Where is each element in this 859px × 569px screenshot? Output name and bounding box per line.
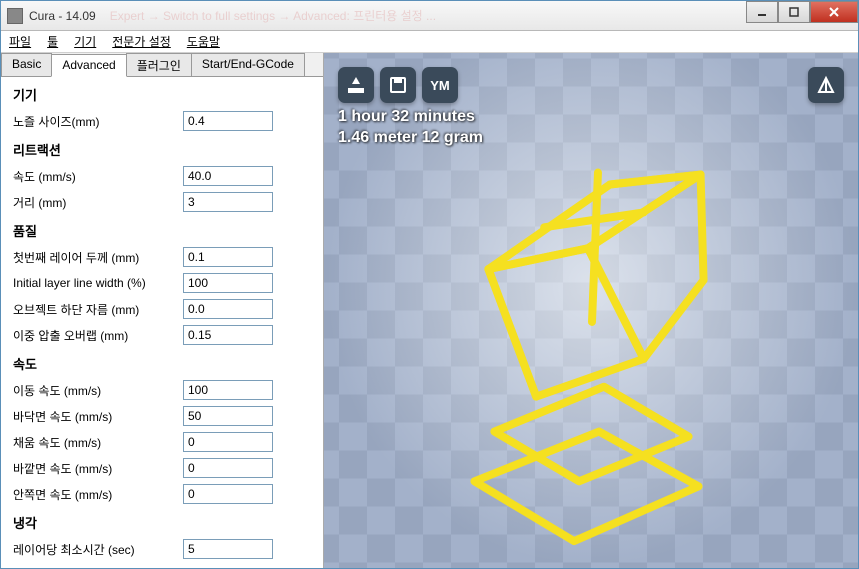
section-machine: 기기 — [13, 85, 311, 104]
input-retract-speed[interactable] — [183, 166, 273, 186]
app-icon — [7, 8, 23, 24]
menu-machine[interactable]: 기기 — [74, 33, 96, 50]
menu-file[interactable]: 파일 — [9, 33, 31, 50]
menu-expert[interactable]: 전문가 설정 — [112, 33, 171, 50]
label-bottom-layer-speed: 바닥면 속도 (mm/s) — [13, 408, 183, 425]
row-nozzle-size: 노즐 사이즈(mm) — [13, 110, 311, 132]
row-retract-speed: 속도 (mm/s) — [13, 165, 311, 187]
label-initial-layer-line-width: Initial layer line width (%) — [13, 276, 183, 290]
tab-plugins[interactable]: 플러그인 — [126, 53, 192, 76]
input-infill-speed[interactable] — [183, 432, 273, 452]
row-min-layer-time: 레이어당 최소시간 (sec) — [13, 538, 311, 560]
tabs: Basic Advanced 플러그인 Start/End-GCode — [1, 53, 323, 77]
menu-tool[interactable]: 툴 — [47, 33, 58, 50]
input-inner-shell-speed[interactable] — [183, 484, 273, 504]
tab-advanced[interactable]: Advanced — [51, 54, 126, 77]
label-object-bottom-cut: 오브젝트 하단 자름 (mm) — [13, 301, 183, 318]
row-bottom-layer-speed: 바닥면 속도 (mm/s) — [13, 405, 311, 427]
input-travel-speed[interactable] — [183, 380, 273, 400]
label-first-layer-thickness: 첫번째 레이어 두께 (mm) — [13, 249, 183, 266]
input-outer-shell-speed[interactable] — [183, 458, 273, 478]
label-cooling-fan: 쿨링팬 활성화 — [13, 567, 183, 569]
input-min-layer-time[interactable] — [183, 539, 273, 559]
label-inner-shell-speed: 안쪽면 속도 (mm/s) — [13, 486, 183, 503]
label-nozzle-size: 노즐 사이즈(mm) — [13, 113, 183, 130]
input-nozzle-size[interactable] — [183, 111, 273, 131]
breadcrumb: Expert → Switch to full settings → Advan… — [110, 7, 436, 24]
input-bottom-layer-speed[interactable] — [183, 406, 273, 426]
viewport-3d[interactable]: YM 1 hour 32 minutes 1.46 meter 12 gram — [324, 53, 858, 568]
row-object-bottom-cut: 오브젝트 하단 자름 (mm) — [13, 298, 311, 320]
settings-list: 기기 노즐 사이즈(mm) 리트랙션 속도 (mm/s) 거리 (mm) 품질 … — [1, 77, 323, 568]
row-infill-speed: 채움 속도 (mm/s) — [13, 431, 311, 453]
row-first-layer-thickness: 첫번째 레이어 두께 (mm) — [13, 246, 311, 268]
tab-basic[interactable]: Basic — [1, 53, 52, 76]
section-quality: 품질 — [13, 221, 311, 240]
window-title: Cura - 14.09 — [29, 9, 96, 23]
menubar: 파일 툴 기기 전문가 설정 도움말 — [1, 31, 858, 53]
row-initial-layer-line-width: Initial layer line width (%) — [13, 272, 311, 294]
close-button[interactable] — [810, 1, 858, 23]
minimize-icon — [757, 7, 767, 17]
label-travel-speed: 이동 속도 (mm/s) — [13, 382, 183, 399]
maximize-button[interactable] — [778, 1, 810, 23]
label-infill-speed: 채움 속도 (mm/s) — [13, 434, 183, 451]
section-speed: 속도 — [13, 354, 311, 373]
label-outer-shell-speed: 바깥면 속도 (mm/s) — [13, 460, 183, 477]
input-object-bottom-cut[interactable] — [183, 299, 273, 319]
input-first-layer-thickness[interactable] — [183, 247, 273, 267]
model-wireframe — [324, 53, 858, 568]
row-cooling-fan: 쿨링팬 활성화 — [13, 564, 311, 568]
content-area: Basic Advanced 플러그인 Start/End-GCode 기기 노… — [1, 53, 858, 568]
row-inner-shell-speed: 안쪽면 속도 (mm/s) — [13, 483, 311, 505]
row-retract-distance: 거리 (mm) — [13, 191, 311, 213]
row-dual-extrusion-overlap: 이중 압출 오버랩 (mm) — [13, 324, 311, 346]
label-dual-extrusion-overlap: 이중 압출 오버랩 (mm) — [13, 327, 183, 344]
section-retraction: 리트랙션 — [13, 140, 311, 159]
maximize-icon — [789, 7, 799, 17]
label-retract-distance: 거리 (mm) — [13, 194, 183, 211]
close-icon — [828, 6, 840, 18]
input-initial-layer-line-width[interactable] — [183, 273, 273, 293]
settings-panel: Basic Advanced 플러그인 Start/End-GCode 기기 노… — [1, 53, 324, 568]
section-cool: 냉각 — [13, 513, 311, 532]
input-dual-extrusion-overlap[interactable] — [183, 325, 273, 345]
row-travel-speed: 이동 속도 (mm/s) — [13, 379, 311, 401]
minimize-button[interactable] — [746, 1, 778, 23]
input-retract-distance[interactable] — [183, 192, 273, 212]
tab-gcode[interactable]: Start/End-GCode — [191, 53, 305, 76]
titlebar: Cura - 14.09 Expert → Switch to full set… — [1, 1, 858, 31]
label-min-layer-time: 레이어당 최소시간 (sec) — [13, 541, 183, 558]
app-window: Cura - 14.09 Expert → Switch to full set… — [0, 0, 859, 569]
label-retract-speed: 속도 (mm/s) — [13, 168, 183, 185]
menu-help[interactable]: 도움말 — [187, 33, 220, 50]
row-outer-shell-speed: 바깥면 속도 (mm/s) — [13, 457, 311, 479]
window-controls — [746, 1, 858, 23]
